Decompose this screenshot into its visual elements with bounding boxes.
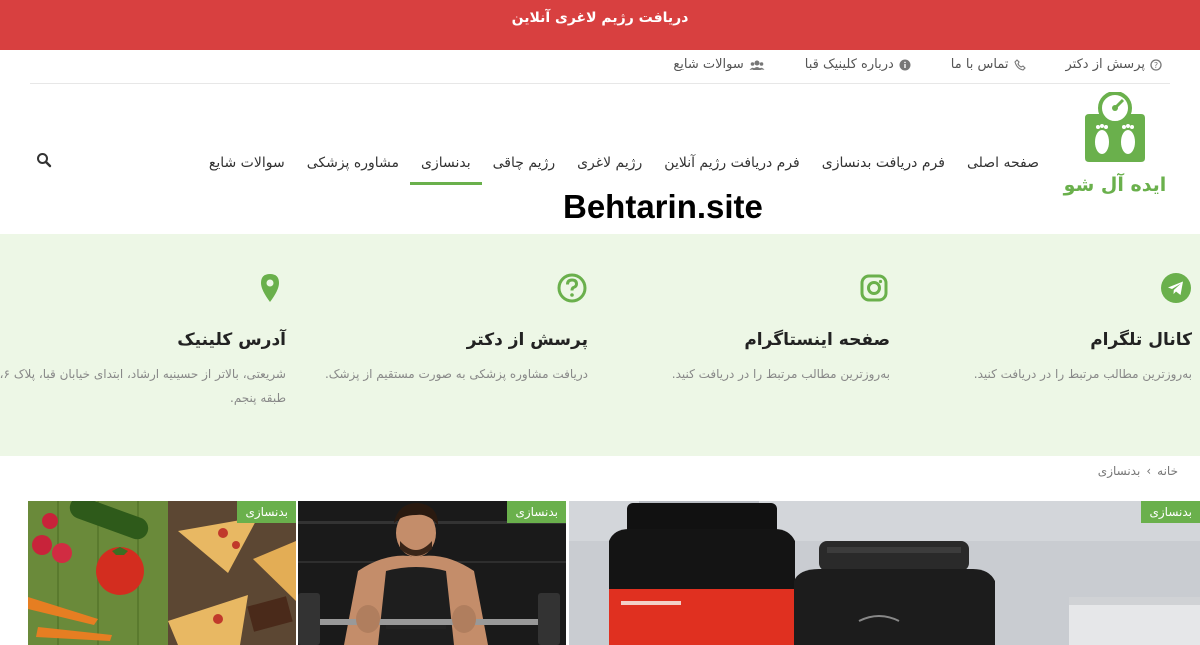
nav-item-bodybuilding[interactable]: بدنسازی (410, 140, 482, 185)
svg-text:?: ? (1154, 61, 1158, 70)
map-pin-icon (261, 274, 279, 302)
feature-title: صفحه اینستاگرام (744, 330, 890, 350)
feature-telegram[interactable]: کانال تلگرام به‌روزترین مطالب مرتبط را د… (902, 234, 1192, 456)
breadcrumb: خانه › بدنسازی (1098, 464, 1178, 478)
top-links-bar: ? پرسش از دکتر تماس با ما درباره کلینیک … (30, 46, 1170, 84)
top-banner[interactable]: دریافت رژیم لاغری آنلاین (0, 0, 1200, 50)
feature-title: آدرس کلینیک (177, 330, 286, 350)
question-circle-icon (557, 273, 587, 303)
top-link-ask-doctor[interactable]: ? پرسش از دکتر (1066, 57, 1163, 72)
post-category-tag[interactable]: بدنسازی (507, 501, 566, 523)
breadcrumb-home[interactable]: خانه (1157, 464, 1178, 478)
post-card-supplements[interactable]: بدنسازی (569, 501, 1200, 645)
supplement-jars-image (569, 501, 1200, 645)
feature-clinic-address[interactable]: آدرس کلینیک شریعتی، بالاتر از حسینیه ارش… (0, 234, 286, 456)
telegram-icon (1161, 273, 1191, 303)
watermark: Behtarin.site (563, 188, 763, 225)
nav-item-weight-gain-diet[interactable]: رژیم چاقی (482, 140, 566, 185)
feature-desc: شریعتی، بالاتر از حسینیه ارشاد، ابتدای خ… (0, 367, 286, 405)
instagram-icon (860, 274, 888, 302)
feature-desc: به‌روزترین مطالب مرتبط را در دریافت کنید… (973, 367, 1192, 381)
feature-desc: دریافت مشاوره پزشکی به صورت مستقیم از پز… (324, 367, 588, 381)
nav-item-faq[interactable]: سوالات شایع (198, 140, 296, 185)
post-category-tag[interactable]: بدنسازی (237, 501, 296, 523)
nav-item-weight-loss-diet[interactable]: رژیم لاغری (566, 140, 653, 185)
post-category-tag[interactable]: بدنسازی (1141, 501, 1200, 523)
feature-ask-doctor[interactable]: پرسش از دکتر دریافت مشاوره پزشکی به صورت… (298, 234, 588, 456)
feature-desc: به‌روزترین مطالب مرتبط را در دریافت کنید… (671, 367, 890, 381)
features-band: کانال تلگرام به‌روزترین مطالب مرتبط را د… (0, 234, 1200, 456)
banner-text[interactable]: دریافت رژیم لاغری آنلاین (512, 10, 689, 26)
logo-text[interactable]: ایده آل شو (1064, 174, 1167, 196)
nav-item-medical-consult[interactable]: مشاوره پزشکی (296, 140, 410, 185)
post-card-bodybuilder[interactable]: بدنسازی (298, 501, 566, 645)
users-icon (749, 60, 765, 70)
top-link-contact[interactable]: تماس با ما (951, 57, 1026, 72)
phone-icon (1013, 58, 1026, 71)
feature-title: کانال تلگرام (1090, 330, 1192, 350)
info-circle-icon (899, 59, 911, 70)
nav-item-bodybuilding-form[interactable]: فرم دریافت بدنسازی (811, 140, 956, 185)
breadcrumb-current: بدنسازی (1097, 464, 1141, 478)
scale-feet-icon (1085, 92, 1145, 162)
search-icon[interactable] (36, 152, 52, 168)
post-card-food[interactable]: بدنسازی (28, 501, 296, 645)
breadcrumb-separator: › (1146, 464, 1152, 478)
question-circle-icon: ? (1150, 58, 1162, 71)
top-link-about[interactable]: درباره کلینیک قبا (805, 57, 911, 72)
main-nav: صفحه اصلی فرم دریافت بدنسازی فرم دریافت … (198, 140, 1050, 185)
nav-item-home[interactable]: صفحه اصلی (956, 140, 1050, 185)
feature-title: پرسش از دکتر (466, 330, 588, 350)
top-link-faq[interactable]: سوالات شایع (673, 57, 765, 72)
feature-instagram[interactable]: صفحه اینستاگرام به‌روزترین مطالب مرتبط ر… (600, 234, 890, 456)
site-logo[interactable]: ایده آل شو (1060, 92, 1170, 196)
nav-item-online-diet-form[interactable]: فرم دریافت رژیم آنلاین (653, 140, 810, 185)
